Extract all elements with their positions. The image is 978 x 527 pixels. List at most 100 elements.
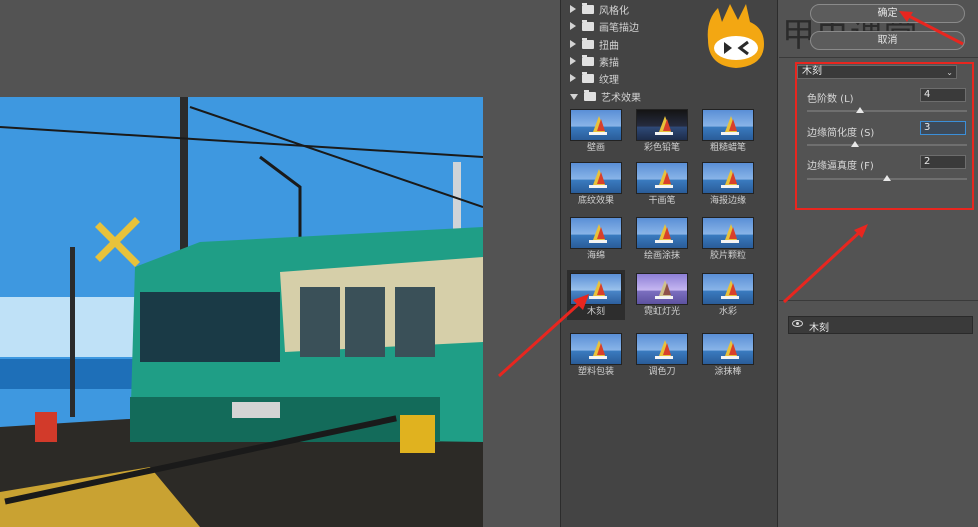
filter-thumb-image — [570, 217, 622, 249]
folder-icon — [582, 71, 594, 83]
sailboat-shape — [729, 227, 737, 239]
folder-label: 艺术效果 — [601, 92, 641, 104]
sailboat-shape — [655, 185, 673, 188]
folder-icon — [582, 19, 594, 31]
filter-thumb[interactable]: 壁画 — [567, 106, 625, 156]
sailboat-shape — [729, 283, 737, 295]
sailboat-shape — [729, 172, 737, 184]
filter-thumb[interactable]: 涂抹棒 — [699, 330, 757, 380]
filter-thumb-label: 粗糙蜡笔 — [709, 143, 746, 153]
sailboat-shape — [729, 119, 737, 131]
filter-thumb[interactable]: 绘画涂抹 — [633, 214, 691, 264]
sailboat-shape — [655, 296, 673, 299]
effect-layer-row[interactable]: 木刻 — [788, 316, 973, 334]
filter-thumb-label: 调色刀 — [648, 367, 676, 377]
filter-thumb-label: 霓虹灯光 — [643, 307, 680, 317]
filter-thumb-image — [702, 109, 754, 141]
folder-icon — [582, 37, 594, 49]
filter-thumb[interactable]: 海绵 — [567, 214, 625, 264]
filter-thumb-label: 彩色铅笔 — [643, 143, 680, 153]
sailboat-shape — [597, 172, 605, 184]
levels-label: 色阶数 (L) — [807, 94, 854, 105]
divider — [779, 57, 978, 58]
sailboat-shape — [655, 356, 673, 359]
edge-simplicity-slider-knob[interactable] — [851, 141, 859, 147]
sailboat-shape — [597, 283, 605, 295]
folder-artistic[interactable]: 艺术效果 — [561, 87, 779, 105]
folder-label: 素描 — [599, 57, 619, 69]
filter-select-value: 木刻 — [802, 66, 822, 77]
effect-layer-name: 木刻 — [809, 323, 829, 334]
filter-gallery-panel: 风格化 画笔描边 扭曲 素描 纹理 艺术效果 壁画 彩色铅笔 粗糙蜡笔底纹效果 干画笔… — [560, 0, 778, 527]
edge-simplicity-label: 边缘简化度 (S) — [807, 128, 875, 139]
sailboat-shape — [597, 227, 605, 239]
annotation-arrow-ok — [899, 11, 964, 46]
filter-thumb-label: 海报边缘 — [709, 196, 746, 206]
sailboat-shape — [721, 240, 739, 243]
edge-fidelity-slider-knob[interactable] — [883, 175, 891, 181]
sailboat-shape — [655, 132, 673, 135]
sailboat-shape — [721, 296, 739, 299]
folder-label: 纹理 — [599, 74, 619, 86]
expand-arrow-icon — [570, 40, 576, 48]
sailboat-shape — [663, 172, 671, 184]
filter-select[interactable]: 木刻 ⌄ — [797, 65, 957, 79]
filter-thumb-image — [636, 273, 688, 305]
levels-input[interactable]: 4 — [920, 88, 966, 102]
filter-thumb[interactable]: 底纹效果 — [567, 159, 625, 209]
filter-thumb-label: 胶片颗粒 — [709, 251, 746, 261]
sailboat-shape — [663, 227, 671, 239]
folder-icon — [582, 54, 594, 66]
filter-thumb[interactable]: 水彩 — [699, 270, 757, 320]
filter-preview-image[interactable] — [0, 97, 483, 527]
edge-fidelity-input[interactable]: 2 — [920, 155, 966, 169]
sailboat-shape — [589, 132, 607, 135]
filter-thumb-label: 水彩 — [718, 307, 737, 317]
annotation-arrow-woodcut — [497, 294, 589, 378]
filter-thumb-image — [702, 162, 754, 194]
sailboat-shape — [663, 283, 671, 295]
filter-thumb-label: 涂抹棒 — [714, 367, 742, 377]
levels-slider-track[interactable] — [807, 110, 967, 112]
expand-arrow-icon — [570, 74, 576, 82]
filter-thumb[interactable]: 干画笔 — [633, 159, 691, 209]
sailboat-shape — [589, 185, 607, 188]
filter-thumb-image — [636, 109, 688, 141]
chevron-down-icon: ⌄ — [946, 68, 953, 77]
sailboat-shape — [721, 356, 739, 359]
sailboat-shape — [729, 343, 737, 355]
filter-thumb-image — [702, 333, 754, 365]
sailboat-shape — [597, 119, 605, 131]
filter-thumb-image — [570, 162, 622, 194]
filter-thumb[interactable]: 海报边缘 — [699, 159, 757, 209]
levels-slider-knob[interactable] — [855, 107, 864, 113]
expand-arrow-icon — [570, 5, 576, 13]
filter-thumb[interactable]: 调色刀 — [633, 330, 691, 380]
filter-thumb-label: 干画笔 — [648, 196, 676, 206]
folder-icon — [582, 2, 594, 14]
sailboat-shape — [663, 119, 671, 131]
folder-open-icon — [584, 89, 596, 101]
filter-thumb-image — [636, 333, 688, 365]
sailboat-shape — [663, 343, 671, 355]
filter-thumb-label: 底纹效果 — [577, 196, 614, 206]
eye-icon[interactable] — [792, 320, 803, 327]
filter-thumb[interactable]: 彩色铅笔 — [633, 106, 691, 156]
sailboat-shape — [721, 132, 739, 135]
filter-thumb[interactable]: 粗糙蜡笔 — [699, 106, 757, 156]
edge-simplicity-input[interactable]: 3 — [920, 121, 966, 135]
edge-simplicity-slider-track[interactable] — [807, 144, 967, 146]
folder-label: 画笔描边 — [599, 22, 639, 34]
filter-thumb-image — [636, 217, 688, 249]
folder-label: 风格化 — [599, 5, 629, 17]
sailboat-shape — [589, 240, 607, 243]
filter-thumb-image — [702, 273, 754, 305]
folder-label: 扭曲 — [599, 40, 619, 52]
watermark-logo — [707, 4, 764, 68]
filter-thumb-label: 海绵 — [586, 251, 605, 261]
sailboat-shape — [655, 240, 673, 243]
filter-thumb[interactable]: 霓虹灯光 — [633, 270, 691, 320]
filter-thumb[interactable]: 胶片颗粒 — [699, 214, 757, 264]
filter-thumb-label: 绘画涂抹 — [643, 251, 680, 261]
expand-arrow-icon — [570, 57, 576, 65]
